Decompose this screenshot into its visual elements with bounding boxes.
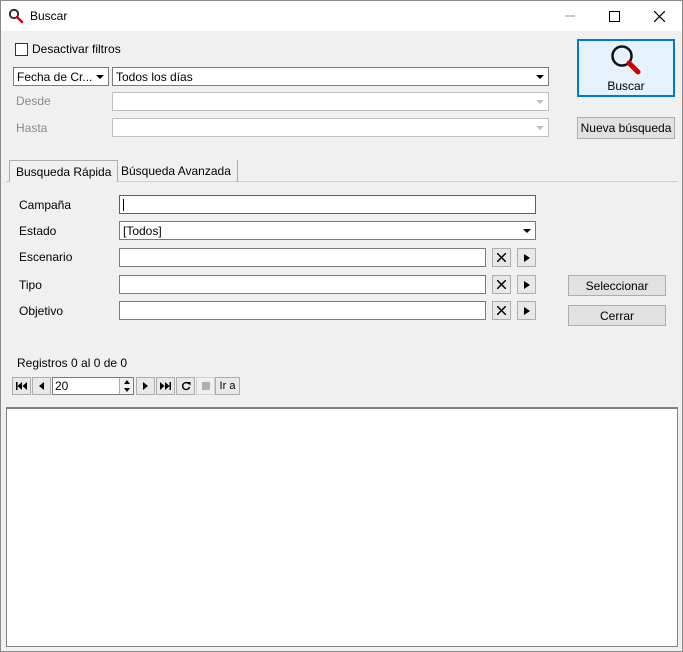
objetivo-input[interactable] <box>119 301 486 320</box>
escenario-pick-button[interactable] <box>517 248 536 267</box>
clear-icon <box>497 280 506 289</box>
play-right-icon <box>523 253 530 262</box>
chevron-down-icon <box>536 100 544 104</box>
date-field-select[interactable]: Fecha de Cr... <box>13 67 109 86</box>
tipo-pick-button[interactable] <box>517 275 536 294</box>
first-page-button[interactable] <box>12 377 31 395</box>
nueva-busqueda-button[interactable]: Nueva búsqueda <box>577 117 675 139</box>
tipo-label: Tipo <box>19 278 42 292</box>
escenario-label: Escenario <box>19 250 73 264</box>
results-grid[interactable] <box>6 407 678 647</box>
last-page-icon <box>160 382 171 390</box>
cerrar-button[interactable]: Cerrar <box>568 305 666 326</box>
close-icon <box>654 10 665 22</box>
stepper-down-button[interactable] <box>119 386 133 394</box>
title-bar: Buscar <box>1 1 682 31</box>
stop-icon <box>201 382 210 390</box>
hasta-select[interactable] <box>112 118 549 137</box>
date-range-select[interactable]: Todos los días <box>112 67 549 86</box>
tipo-clear-button[interactable] <box>492 275 511 294</box>
chevron-down-icon <box>523 229 531 233</box>
text-caret <box>123 199 124 211</box>
objetivo-label: Objetivo <box>19 304 64 318</box>
minimize-icon <box>564 15 575 17</box>
play-right-icon <box>523 280 530 289</box>
chevron-down-icon <box>96 75 104 79</box>
refresh-icon <box>181 381 190 391</box>
chevron-up-icon <box>123 380 130 384</box>
page-size-value: 20 <box>55 379 69 393</box>
close-button[interactable] <box>637 1 682 31</box>
desde-label: Desde <box>16 94 51 108</box>
next-icon <box>143 382 148 390</box>
last-page-button[interactable] <box>156 377 175 395</box>
estado-select[interactable]: [Todos] <box>119 221 536 240</box>
search-icon <box>8 8 24 24</box>
first-page-icon <box>16 382 27 390</box>
chevron-down-icon <box>123 388 130 392</box>
chevron-down-icon <box>536 126 544 130</box>
search-icon <box>611 45 641 75</box>
estado-label: Estado <box>19 224 57 238</box>
escenario-clear-button[interactable] <box>492 248 511 267</box>
estado-value: [Todos] <box>123 224 162 238</box>
refresh-button[interactable] <box>176 377 195 395</box>
stepper-up-button[interactable] <box>119 378 133 386</box>
tipo-input[interactable] <box>119 275 486 294</box>
campana-label: Campaña <box>19 198 72 212</box>
search-window: Buscar Desactivar filtros Fecha de Cr...… <box>0 0 683 652</box>
date-range-value: Todos los días <box>116 70 193 84</box>
campana-input[interactable] <box>119 195 536 214</box>
prev-page-button[interactable] <box>32 377 51 395</box>
prev-icon <box>39 382 44 390</box>
chevron-down-icon <box>536 75 544 79</box>
disable-filters-label: Desactivar filtros <box>32 42 121 56</box>
escenario-input[interactable] <box>119 248 486 267</box>
buscar-button[interactable]: Buscar <box>577 39 675 97</box>
play-right-icon <box>523 306 530 315</box>
maximize-icon <box>609 10 620 22</box>
next-page-button[interactable] <box>136 377 155 395</box>
disable-filters-checkbox[interactable] <box>15 43 28 56</box>
hasta-label: Hasta <box>16 121 48 135</box>
records-count: Registros 0 al 0 de 0 <box>17 356 128 370</box>
desde-select[interactable] <box>112 92 549 111</box>
maximize-button[interactable] <box>592 1 637 31</box>
clear-icon <box>497 306 506 315</box>
window-title: Buscar <box>30 9 68 23</box>
tab-busqueda-rapida[interactable]: Busqueda Rápida <box>9 160 119 182</box>
page-size-stepper[interactable]: 20 <box>52 377 134 395</box>
date-field-value: Fecha de Cr... <box>17 70 93 84</box>
objetivo-pick-button[interactable] <box>517 301 536 320</box>
objetivo-clear-button[interactable] <box>492 301 511 320</box>
buscar-label: Buscar <box>607 79 645 93</box>
tab-busqueda-avanzada[interactable]: Búsqueda Avanzada <box>115 160 238 182</box>
stop-button[interactable] <box>196 377 215 395</box>
clear-icon <box>497 253 506 262</box>
seleccionar-button[interactable]: Seleccionar <box>568 275 666 296</box>
minimize-button[interactable] <box>547 1 592 31</box>
goto-button[interactable]: Ir a <box>215 377 240 395</box>
